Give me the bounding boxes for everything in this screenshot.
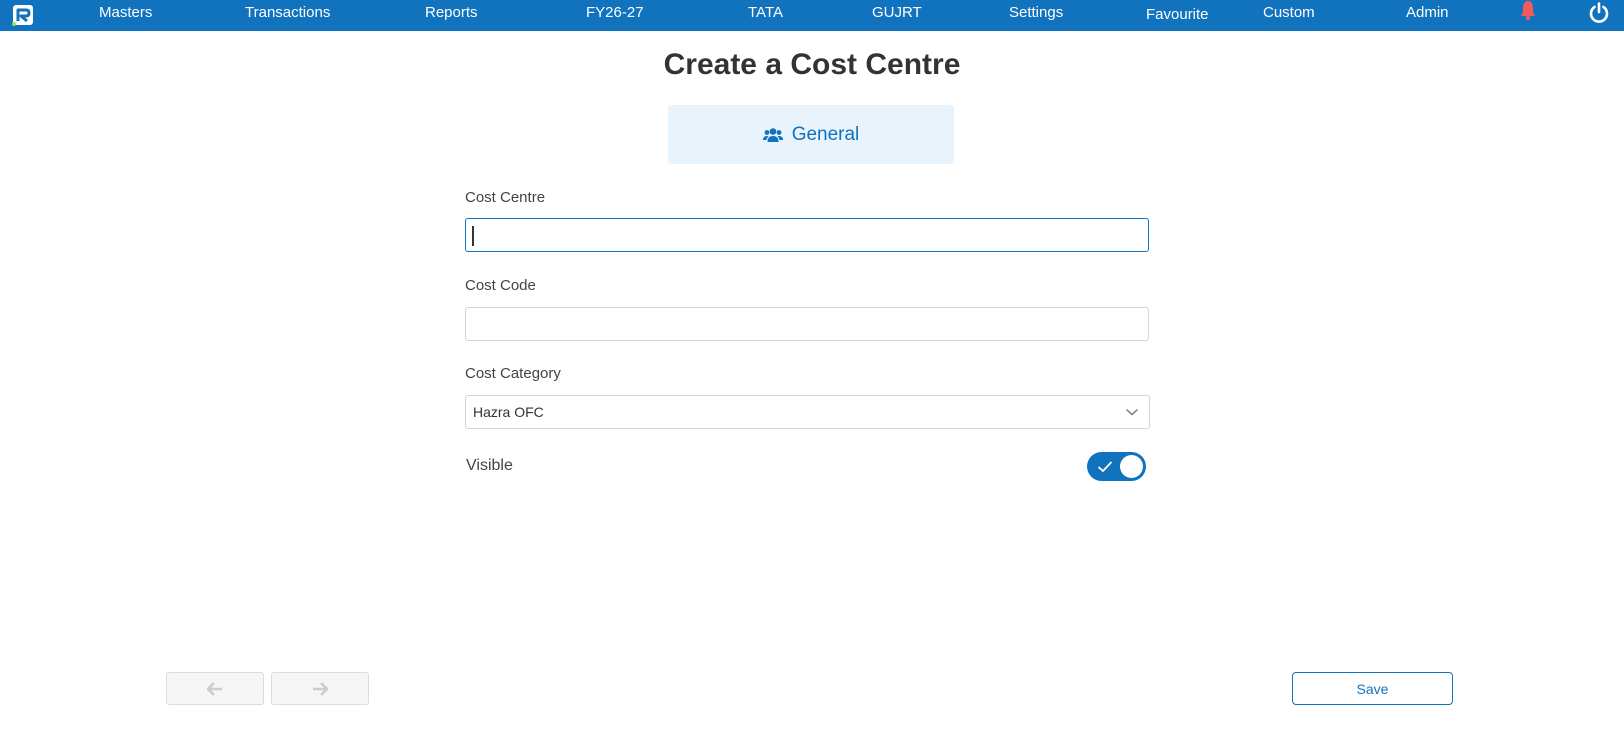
chevron-down-icon xyxy=(1126,408,1138,416)
cost-centre-input[interactable] xyxy=(465,218,1149,252)
next-button[interactable] xyxy=(271,672,369,705)
nav-masters[interactable]: Masters xyxy=(99,0,152,26)
check-icon xyxy=(1097,461,1113,473)
cost-category-label: Cost Category xyxy=(465,365,561,382)
bell-icon[interactable] xyxy=(1516,0,1540,22)
nav-reports[interactable]: Reports xyxy=(425,0,478,26)
visible-toggle[interactable] xyxy=(1087,452,1146,481)
toggle-knob xyxy=(1120,455,1143,478)
arrow-left-icon xyxy=(207,681,222,696)
nav-fy26-27[interactable]: FY26-27 xyxy=(586,0,644,26)
nav-gujrt[interactable]: GUJRT xyxy=(872,0,922,26)
tab-general[interactable]: General xyxy=(668,105,954,164)
page-title: Create a Cost Centre xyxy=(663,48,961,81)
save-button[interactable]: Save xyxy=(1292,672,1453,705)
nav-settings[interactable]: Settings xyxy=(1009,0,1063,26)
nav-tata[interactable]: TATA xyxy=(748,0,783,26)
nav-admin[interactable]: Admin xyxy=(1406,0,1449,26)
users-icon xyxy=(762,127,783,142)
cost-code-input[interactable] xyxy=(465,307,1149,341)
visible-label: Visible xyxy=(466,457,513,474)
tab-general-label: General xyxy=(791,123,860,145)
cost-category-value: Hazra OFC xyxy=(473,404,544,420)
power-icon[interactable] xyxy=(1588,2,1610,24)
cost-category-select[interactable]: Hazra OFC xyxy=(465,395,1150,429)
previous-button[interactable] xyxy=(166,672,264,705)
nav-custom[interactable]: Custom xyxy=(1263,0,1315,26)
arrow-right-icon xyxy=(313,681,328,696)
text-caret xyxy=(472,226,474,246)
nav-favourite[interactable]: Favourite xyxy=(1146,1,1209,29)
app-logo-icon[interactable] xyxy=(10,2,36,28)
nav-transactions[interactable]: Transactions xyxy=(245,0,330,26)
top-navbar: Masters Transactions Reports FY26-27 TAT… xyxy=(0,0,1624,31)
cost-code-label: Cost Code xyxy=(465,277,536,294)
cost-centre-label: Cost Centre xyxy=(465,189,546,206)
